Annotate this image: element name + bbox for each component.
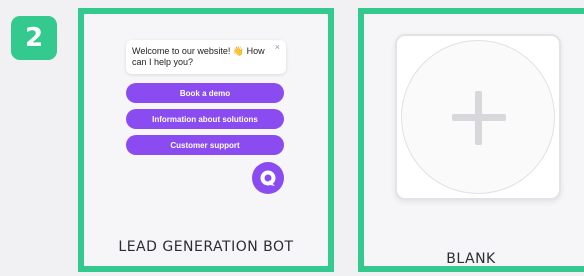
- card-title: LEAD GENERATION BOT: [118, 239, 294, 255]
- template-card-lead-generation-bot[interactable]: Welcome to our website! 👋 How can I help…: [78, 8, 334, 272]
- close-icon: ×: [274, 42, 280, 52]
- step-number-badge: 2: [11, 16, 57, 60]
- chat-option-information-solutions: Information about solutions: [126, 109, 284, 129]
- blank-circle: [401, 40, 555, 194]
- chat-bot-logo-icon: [252, 162, 284, 194]
- chat-option-customer-support: Customer support: [126, 135, 284, 155]
- blank-template-tile: [395, 34, 561, 200]
- chat-greeting-text: Welcome to our website! 👋 How can I help…: [132, 46, 265, 67]
- card-title: BLANK: [446, 251, 496, 267]
- plus-icon: [452, 91, 506, 145]
- template-card-blank[interactable]: BLANK: [358, 8, 584, 272]
- chat-option-book-demo: Book a demo: [126, 83, 284, 103]
- chat-greeting-bubble: Welcome to our website! 👋 How can I help…: [126, 40, 286, 74]
